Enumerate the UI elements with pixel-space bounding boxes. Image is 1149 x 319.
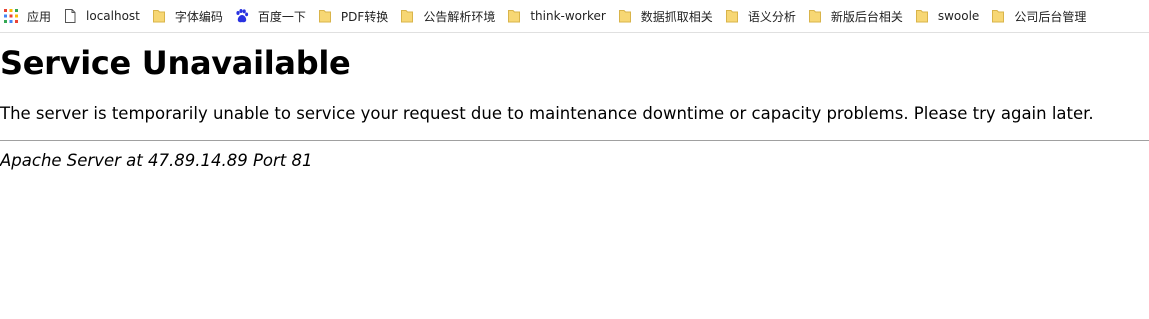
bookmark-label: 公告解析环境 xyxy=(423,9,496,24)
bookmark-folder-announcement-parsing[interactable]: 公告解析环境 xyxy=(397,2,501,30)
bookmarks-bar: 应用 localhost 字体编码 百度一下 PDF转换 公告解析环境 thin… xyxy=(0,0,1149,33)
bookmark-folder-pdf-convert[interactable]: PDF转换 xyxy=(315,2,394,30)
bookmark-label: localhost xyxy=(86,9,140,23)
folder-icon xyxy=(914,8,930,24)
bookmark-label: 语义分析 xyxy=(747,9,796,24)
bookmark-label: 公司后台管理 xyxy=(1014,9,1087,24)
bookmark-label: think-worker xyxy=(530,9,606,23)
divider xyxy=(0,140,1149,141)
bookmark-baidu[interactable]: 百度一下 xyxy=(232,2,312,30)
bookmark-folder-data-scraping[interactable]: 数据抓取相关 xyxy=(615,2,719,30)
folder-icon xyxy=(317,8,333,24)
bookmark-label: 数据抓取相关 xyxy=(640,9,713,24)
page-title: Service Unavailable xyxy=(0,44,351,82)
bookmark-folder-font-encoding[interactable]: 字体编码 xyxy=(149,2,229,30)
apps-grid-icon xyxy=(3,8,19,24)
bookmark-apps[interactable]: 应用 xyxy=(0,2,57,30)
bookmark-label: 应用 xyxy=(27,9,52,24)
baidu-paw-icon xyxy=(234,8,250,24)
folder-icon xyxy=(617,8,633,24)
page-icon xyxy=(62,8,78,24)
page-content: Service Unavailable The server is tempor… xyxy=(0,33,1149,171)
folder-icon xyxy=(724,8,740,24)
folder-icon xyxy=(990,8,1006,24)
server-signature: Apache Server at 47.89.14.89 Port 81 xyxy=(0,151,313,170)
error-message: The server is temporarily unable to serv… xyxy=(0,104,1094,123)
folder-icon xyxy=(506,8,522,24)
bookmark-label: PDF转换 xyxy=(340,9,389,24)
bookmark-folder-new-backend[interactable]: 新版后台相关 xyxy=(805,2,909,30)
bookmark-label: 字体编码 xyxy=(174,9,223,24)
bookmark-folder-think-worker[interactable]: think-worker xyxy=(504,2,611,30)
bookmark-folder-company-admin[interactable]: 公司后台管理 xyxy=(988,2,1092,30)
bookmark-label: swoole xyxy=(937,9,980,23)
bookmark-folder-swoole[interactable]: swoole xyxy=(912,2,985,30)
bookmark-label: 新版后台相关 xyxy=(830,9,903,24)
bookmark-localhost[interactable]: localhost xyxy=(60,2,146,30)
folder-icon xyxy=(151,8,167,24)
folder-icon xyxy=(399,8,415,24)
bookmark-folder-semantic-analysis[interactable]: 语义分析 xyxy=(722,2,802,30)
folder-icon xyxy=(807,8,823,24)
bookmark-label: 百度一下 xyxy=(257,9,306,24)
